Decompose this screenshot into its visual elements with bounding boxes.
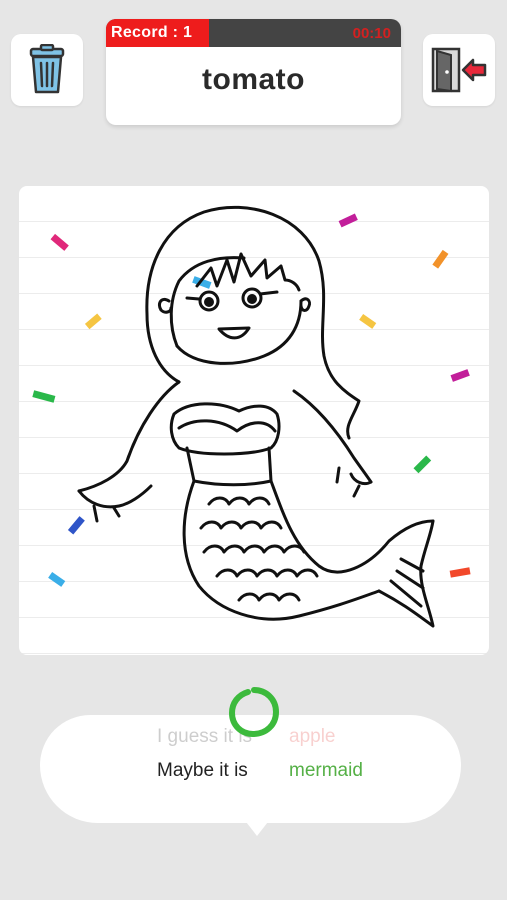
loading-ring-icon — [228, 687, 280, 738]
record-label: Record : 1 — [111, 24, 193, 41]
clear-canvas-button[interactable] — [11, 34, 83, 106]
target-word: tomato — [202, 63, 305, 96]
mermaid-drawing — [77, 205, 435, 628]
record-progress-bar: Record : 1 00:10 — [106, 19, 401, 47]
timer: 00:10 — [352, 25, 391, 42]
previous-guess-word: apple — [289, 726, 336, 747]
current-guess-word: mermaid — [289, 760, 363, 781]
current-guess-prefix: Maybe it is — [157, 760, 248, 781]
speech-bubble-tail — [243, 818, 271, 836]
target-word-card: Record : 1 00:10 tomato — [106, 19, 401, 125]
exit-button[interactable] — [423, 34, 495, 106]
exit-door-icon — [431, 47, 487, 93]
drawing-canvas[interactable] — [19, 186, 489, 655]
trash-can-icon — [29, 44, 65, 94]
